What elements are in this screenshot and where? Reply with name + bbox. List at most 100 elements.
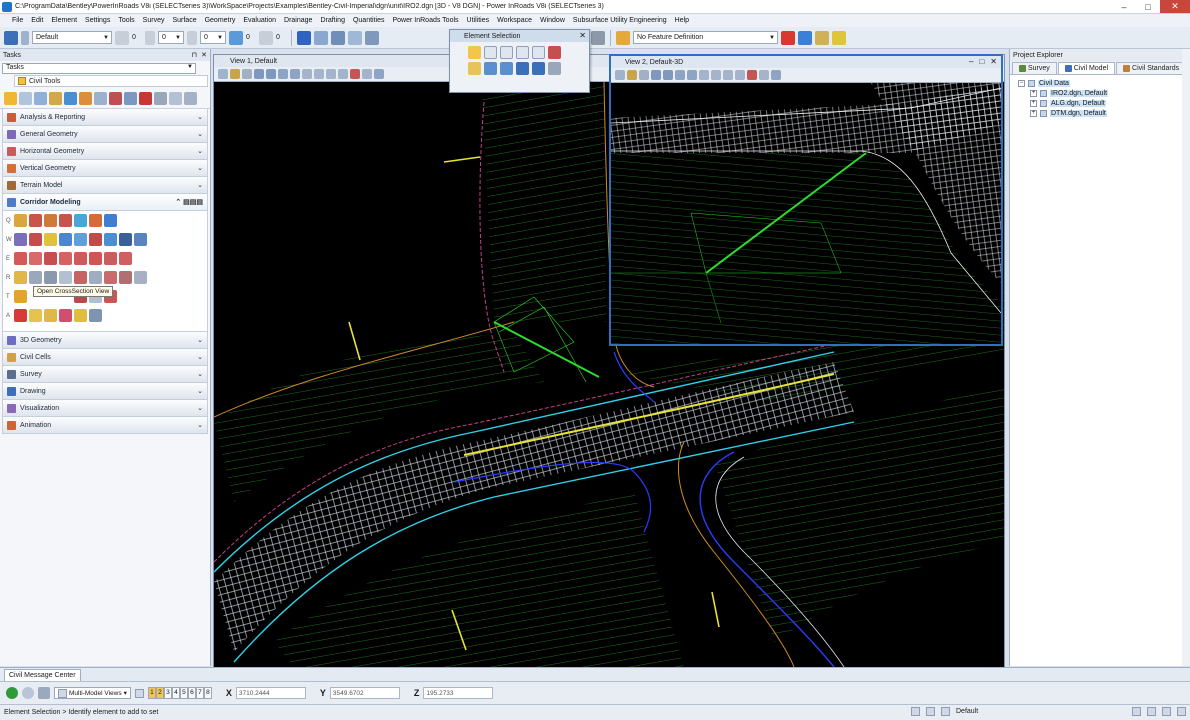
view-button-5[interactable]: 5 [179, 687, 188, 699]
sheet-icon[interactable] [1147, 707, 1156, 716]
models-icon[interactable] [331, 30, 345, 45]
view-next-icon[interactable] [735, 70, 745, 80]
pan-view-icon[interactable] [314, 69, 324, 79]
tree-node-alg[interactable]: + ALG.dgn, Default [1018, 98, 1190, 108]
tool-icon[interactable] [124, 92, 137, 105]
tool-icon[interactable] [14, 290, 27, 303]
group-general-geometry[interactable]: General Geometry ⌄ [2, 126, 208, 143]
walk-icon[interactable] [771, 70, 781, 80]
tool-icon[interactable] [14, 252, 27, 265]
view-attributes-icon[interactable] [615, 70, 625, 80]
select-arrow-icon[interactable] [4, 92, 17, 105]
menu-power-inroads-tools[interactable]: Power InRoads Tools [389, 17, 463, 24]
selection-arrow-icon[interactable] [468, 46, 481, 59]
alert-icon[interactable] [1177, 707, 1186, 716]
pin-icon[interactable]: ⊓ [192, 51, 197, 59]
clear-icon[interactable] [548, 46, 561, 59]
menu-survey[interactable]: Survey [139, 17, 169, 24]
fit-view-icon[interactable] [687, 70, 697, 80]
menu-subsurface[interactable]: Subsurface Utility Engineering [569, 17, 671, 24]
tool-icon[interactable] [119, 271, 132, 284]
tool-icon[interactable] [89, 309, 102, 322]
maximize-button[interactable]: □ [1136, 0, 1160, 13]
tool-icon[interactable] [29, 252, 42, 265]
shape-icon[interactable] [500, 46, 513, 59]
y-coordinate[interactable]: 3549.6702 [329, 687, 400, 699]
window-area-icon[interactable] [675, 70, 685, 80]
group-drawing[interactable]: Drawing ⌄ [2, 383, 208, 400]
tool-icon[interactable] [14, 214, 27, 227]
menu-utilities[interactable]: Utilities [463, 17, 494, 24]
zoom-out-icon[interactable] [663, 70, 673, 80]
view-button-2[interactable]: 2 [155, 687, 164, 699]
view-button-8[interactable]: 8 [203, 687, 212, 699]
window-scrollbar[interactable] [1182, 49, 1190, 666]
tree-node-iro2[interactable]: + IRO2.dgn, Default [1018, 88, 1190, 98]
fit-view-icon[interactable] [290, 69, 300, 79]
tool-icon[interactable] [184, 92, 197, 105]
close-button[interactable]: ✕ [1160, 0, 1190, 13]
tool-icon[interactable] [89, 233, 102, 246]
tool-icon[interactable] [14, 233, 27, 246]
line-weight-icon[interactable] [187, 30, 197, 45]
menu-file[interactable]: File [8, 17, 27, 24]
lock-icon[interactable] [926, 707, 935, 716]
update-view-icon[interactable] [242, 69, 252, 79]
active-level-combo[interactable]: Default ▼ [32, 31, 112, 44]
tool-icon[interactable] [29, 233, 42, 246]
menu-edit[interactable]: Edit [27, 17, 47, 24]
view-2-canvas[interactable] [610, 83, 1002, 344]
tool-icon[interactable] [104, 233, 117, 246]
group-animation[interactable]: Animation ⌄ [2, 417, 208, 434]
group-analysis-reporting[interactable]: Analysis & Reporting ⌄ [2, 109, 208, 126]
lightbulb-icon[interactable] [832, 30, 846, 45]
tool-icon[interactable] [59, 271, 72, 284]
cursor-icon[interactable] [548, 62, 561, 75]
expand-icon[interactable]: + [1030, 89, 1037, 97]
line-icon[interactable] [532, 46, 545, 59]
tool-icon[interactable] [154, 92, 167, 105]
tool-icon[interactable] [104, 252, 117, 265]
x-coordinate[interactable]: 3710.2444 [235, 687, 306, 699]
template-icon[interactable] [781, 30, 795, 45]
view-rotation-icon[interactable] [374, 69, 384, 79]
line-style-combo[interactable]: 0 ▼ [158, 31, 184, 44]
dropdown-icon[interactable] [21, 30, 29, 45]
tool-icon[interactable] [29, 214, 42, 227]
status-level[interactable]: Default [956, 708, 1126, 715]
tree-node-civil-data[interactable]: − Civil Data [1018, 78, 1190, 88]
feature-definition-icon[interactable] [616, 30, 630, 45]
tool-icon[interactable] [44, 271, 57, 284]
tool-icon[interactable] [29, 309, 42, 322]
tool-icon[interactable] [14, 309, 27, 322]
element-selection-dialog[interactable]: Element Selection ✕ [449, 29, 590, 93]
tool-icon[interactable] [89, 214, 102, 227]
rectangle-icon[interactable] [484, 46, 497, 59]
rotate-view-icon[interactable] [302, 69, 312, 79]
menu-drafting[interactable]: Drafting [316, 17, 349, 24]
tool-icon[interactable] [134, 271, 147, 284]
tools-icon[interactable] [365, 30, 379, 45]
camera-icon[interactable] [759, 70, 769, 80]
view-button-3[interactable]: 3 [163, 687, 172, 699]
rotate-view-icon[interactable] [699, 70, 709, 80]
tool-icon[interactable] [44, 214, 57, 227]
new-icon[interactable] [468, 62, 481, 75]
menu-quantities[interactable]: Quantities [349, 17, 389, 24]
view-button-1[interactable]: 1 [147, 687, 156, 699]
view-next-icon[interactable] [338, 69, 348, 79]
tab-civil-model[interactable]: Civil Model [1057, 62, 1116, 74]
tool-icon[interactable] [134, 233, 147, 246]
menu-tools[interactable]: Tools [114, 17, 138, 24]
close-icon[interactable]: ✕ [579, 31, 586, 40]
tool-icon[interactable] [74, 214, 87, 227]
minimize-button[interactable]: – [1112, 0, 1136, 13]
group-3d-geometry[interactable]: 3D Geometry ⌄ [2, 332, 208, 349]
zoom-out-icon[interactable] [266, 69, 276, 79]
tab-survey[interactable]: Survey [1012, 62, 1057, 74]
weight-icon[interactable] [145, 30, 155, 45]
tool-icon[interactable] [119, 252, 132, 265]
menu-window[interactable]: Window [536, 17, 569, 24]
menu-workspace[interactable]: Workspace [493, 17, 536, 24]
back-icon[interactable] [6, 687, 18, 699]
